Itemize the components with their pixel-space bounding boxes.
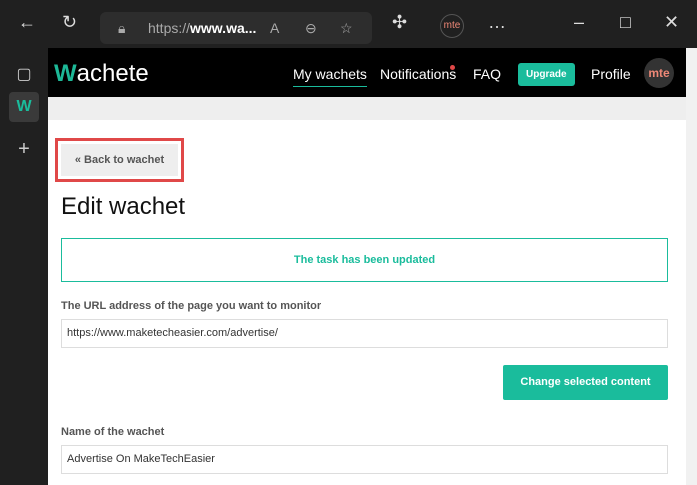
site-nav: Wachete My wachets Notifications FAQ Upg… (48, 48, 686, 97)
url-input[interactable]: https://www.maketecheasier.com/advertise… (61, 319, 668, 348)
back-arrow-icon[interactable]: ← (18, 12, 36, 33)
gray-strip (48, 97, 686, 120)
change-selected-content-button[interactable]: Change selected content (503, 365, 668, 400)
page-title: Edit wachet (61, 193, 186, 220)
browser-toolbar: ← ↻ 🔒︎ https://www.wa... A ⊖ ☆ ✣ mte … –… (0, 0, 697, 48)
back-to-wachet-button[interactable]: « Back to wachet (55, 138, 184, 182)
notification-dot (450, 65, 455, 70)
browser-sidebar: ▢ W + (0, 48, 47, 485)
profile-avatar[interactable]: mte (440, 14, 464, 38)
address-bar[interactable]: 🔒︎ https://www.wa... A ⊖ ☆ (100, 12, 372, 44)
name-input[interactable]: Advertise On MakeTechEasier (61, 445, 668, 474)
url-text: https://www.wa... (148, 20, 257, 36)
close-icon[interactable]: ✕ (664, 12, 679, 33)
favorite-icon[interactable]: ☆ (340, 20, 353, 37)
refresh-icon[interactable]: ↻ (62, 12, 77, 33)
avatar[interactable]: mte (644, 58, 674, 88)
url-label: The URL address of the page you want to … (61, 300, 322, 312)
success-alert: The task has been updated (61, 238, 668, 282)
read-aloud-icon[interactable]: A (270, 20, 279, 36)
wachete-logo[interactable]: Wachete (54, 60, 149, 88)
nav-profile[interactable]: Profile (591, 66, 631, 82)
upgrade-button[interactable]: Upgrade (518, 63, 575, 86)
tab-actions-icon[interactable]: ▢ (9, 60, 39, 90)
lock-icon: 🔒︎ (118, 20, 126, 36)
nav-my-wachets[interactable]: My wachets (293, 66, 367, 87)
wachete-tab-icon[interactable]: W (9, 92, 39, 122)
web-page: Wachete My wachets Notifications FAQ Upg… (48, 48, 686, 485)
scrollbar[interactable] (686, 48, 697, 485)
nav-faq[interactable]: FAQ (473, 66, 501, 82)
nav-notifications[interactable]: Notifications (380, 66, 456, 82)
new-tab-icon[interactable]: + (9, 134, 39, 164)
minimize-icon[interactable]: – (574, 12, 584, 33)
name-label: Name of the wachet (61, 426, 165, 438)
maximize-icon[interactable]: □ (620, 12, 631, 33)
zoom-out-icon[interactable]: ⊖ (305, 20, 317, 37)
more-icon[interactable]: … (488, 12, 506, 33)
extensions-icon[interactable]: ✣ (392, 12, 407, 33)
